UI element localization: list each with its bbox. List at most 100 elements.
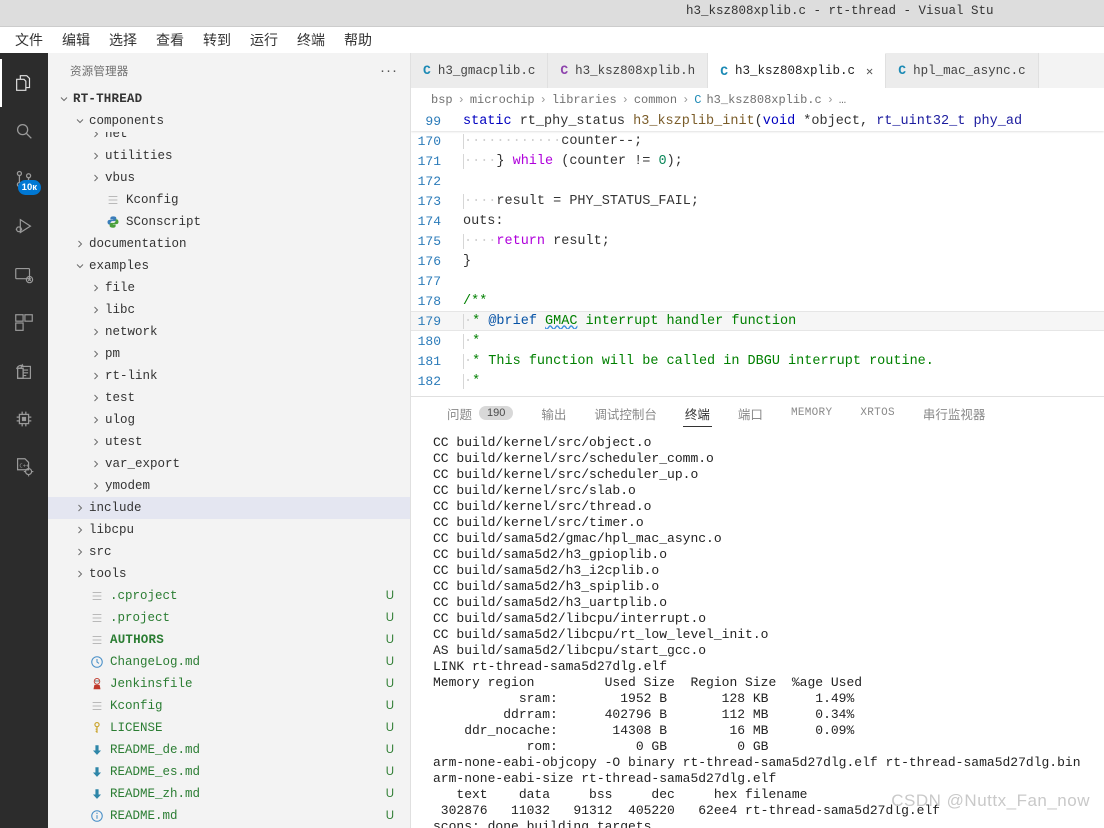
tree-item-test[interactable]: test (48, 387, 410, 409)
editor-tab-label: h3_ksz808xplib.c (735, 64, 856, 78)
menu-item-1[interactable]: 编辑 (55, 28, 97, 52)
breadcrumb-segment[interactable]: h3_ksz808xplib.c (706, 93, 821, 107)
tree-item-include[interactable]: include (48, 497, 410, 519)
activity-item-embedded[interactable] (0, 395, 48, 443)
tree-item-examples[interactable]: examples (48, 255, 410, 277)
menu-item-5[interactable]: 运行 (243, 28, 285, 52)
tree-item-src[interactable]: src (48, 541, 410, 563)
editor-tab-bar: Ch3_gmacplib.c Ch3_ksz808xplib.h Ch3_ksz80… (411, 53, 1104, 88)
menu-item-0[interactable]: 文件 (8, 28, 50, 52)
tree-item-documentation[interactable]: documentation (48, 233, 410, 255)
tree-item-label: README_de.md (110, 743, 201, 757)
tree-item-rt-link[interactable]: rt-link (48, 365, 410, 387)
panel-tab-5[interactable]: MEMORY (777, 397, 846, 429)
tree-item-readme_zh.md[interactable]: README_zh.md U (48, 783, 410, 805)
tree-item-jenkinsfile[interactable]: Jenkinsfile U (48, 673, 410, 695)
breadcrumb-segment[interactable]: bsp (431, 93, 453, 107)
breadcrumb-segment[interactable]: … (839, 93, 846, 107)
tree-item-changelog.md[interactable]: ChangeLog.md U (48, 651, 410, 673)
activity-item-search[interactable] (0, 107, 48, 155)
chevron-right-icon (90, 282, 102, 294)
chevron-right-icon (90, 392, 102, 404)
tree-item-var_export[interactable]: var_export (48, 453, 410, 475)
tree-item-authors[interactable]: AUTHORS U (48, 629, 410, 651)
code-line-text: ·* This function will be called in DBGU … (463, 353, 934, 369)
tree-item-.project[interactable]: .project U (48, 607, 410, 629)
breadcrumb-segment[interactable]: libraries (552, 93, 617, 107)
activity-item-cpp-config[interactable]: C++ (0, 443, 48, 491)
tree-item-sconscript[interactable]: SConscript (48, 211, 410, 233)
code-editor[interactable]: 99 static rt_phy_status h3_kszplib_init(v… (411, 111, 1104, 396)
menu-item-6[interactable]: 终端 (290, 28, 332, 52)
tree-item-kconfig[interactable]: Kconfig U (48, 695, 410, 717)
line-number: 176 (417, 253, 441, 269)
activity-item-explorer[interactable] (0, 59, 48, 107)
tree-item-file[interactable]: file (48, 277, 410, 299)
activity-item-remote-explorer[interactable] (0, 251, 48, 299)
import-project-icon (13, 360, 35, 382)
tree-item-tools[interactable]: tools (48, 563, 410, 585)
panel-tab-2[interactable]: 调试控制台 (580, 397, 671, 429)
panel-tab-4[interactable]: 端口 (724, 397, 777, 429)
tree-item-vbus[interactable]: vbus (48, 167, 410, 189)
tree-item-label: include (89, 501, 142, 515)
line-number: 99 (425, 113, 441, 129)
sidebar-explorer: 资源管理器 ··· RT-THREAD components net utiliti… (48, 53, 411, 828)
activity-item-source-control[interactable]: 10к (0, 155, 48, 203)
line-number: 172 (417, 173, 441, 189)
tree-item-components[interactable]: components (48, 110, 410, 132)
editor-tab-h3_ksz808xplib-c[interactable]: Ch3_ksz808xplib.c ✕ (708, 53, 887, 88)
tree-item-ulog[interactable]: ulog (48, 409, 410, 431)
tree-item-libc[interactable]: libc (48, 299, 410, 321)
sidebar-more-actions-button[interactable]: ··· (380, 63, 398, 78)
tree-item-kconfig[interactable]: Kconfig (48, 189, 410, 211)
terminal-line: sram: 1952 B 128 KB 1.49% (433, 691, 855, 706)
editor-tab-h3_gmacplib-c[interactable]: Ch3_gmacplib.c (411, 53, 549, 88)
menu-item-4[interactable]: 转到 (196, 28, 238, 52)
line-number: 173 (417, 193, 441, 209)
line-number: 179 (417, 313, 441, 329)
terminal-output[interactable]: CC build/kernel/src/object.o CC build/ker… (411, 429, 1104, 828)
panel-tab-3[interactable]: 终端 (671, 397, 724, 429)
code-line-170: 170 ············counter--; (411, 131, 1104, 151)
tree-item-network[interactable]: network (48, 321, 410, 343)
menu-item-3[interactable]: 查看 (149, 28, 191, 52)
tree-item-license[interactable]: LICENSE U (48, 717, 410, 739)
menu-item-2[interactable]: 选择 (102, 28, 144, 52)
breadcrumb-segment[interactable]: microchip (470, 93, 535, 107)
tree-item-readme_de.md[interactable]: README_de.md U (48, 739, 410, 761)
code-line-180: 180 ·* (411, 331, 1104, 351)
editor-tab-h3_ksz808xplib-h[interactable]: Ch3_ksz808xplib.h (548, 53, 709, 88)
breadcrumb: bsp › microchip › libraries › common › Ch3_ksz80… (411, 88, 1104, 111)
tree-item-utest[interactable]: utest (48, 431, 410, 453)
git-status-badge: U (385, 788, 394, 800)
panel-tab-7[interactable]: 串行监视器 (909, 397, 1000, 429)
tree-item-libcpu[interactable]: libcpu (48, 519, 410, 541)
tree-item-ymodem[interactable]: ymodem (48, 475, 410, 497)
menu-item-7[interactable]: 帮助 (337, 28, 379, 52)
breadcrumb-segment[interactable]: common (634, 93, 677, 107)
panel-tab-label: 端口 (737, 407, 763, 422)
tree-item-label: file (105, 281, 136, 295)
terminal-line: 302876 11032 91312 405220 62ee4 rt-threa… (433, 803, 941, 818)
activity-item-extensions[interactable] (0, 299, 48, 347)
chevron-down-icon (74, 260, 86, 272)
panel-tab-1[interactable]: 输出 (527, 397, 580, 429)
activity-item-import-project[interactable] (0, 347, 48, 395)
tree-root-rt-thread[interactable]: RT-THREAD (48, 88, 410, 110)
tree-item-readme_es.md[interactable]: README_es.md U (48, 761, 410, 783)
activity-item-run-and-debug[interactable] (0, 203, 48, 251)
panel-tab-0[interactable]: 问题 190 (433, 397, 527, 429)
panel-tab-label: 问题 (447, 407, 473, 422)
editor-tab-hpl_mac_async-c[interactable]: Chpl_mac_async.c (886, 53, 1039, 88)
code-line-174: 174 outs: (411, 211, 1104, 231)
git-status-badge: U (385, 722, 394, 734)
close-icon[interactable]: ✕ (866, 64, 873, 79)
tree-item-.cproject[interactable]: .cproject U (48, 585, 410, 607)
tree-item-utilities[interactable]: utilities (48, 145, 410, 167)
tree-item-readme.md[interactable]: README.md U (48, 805, 410, 827)
tree-item-pm[interactable]: pm (48, 343, 410, 365)
panel-tab-6[interactable]: XRTOS (846, 397, 909, 429)
